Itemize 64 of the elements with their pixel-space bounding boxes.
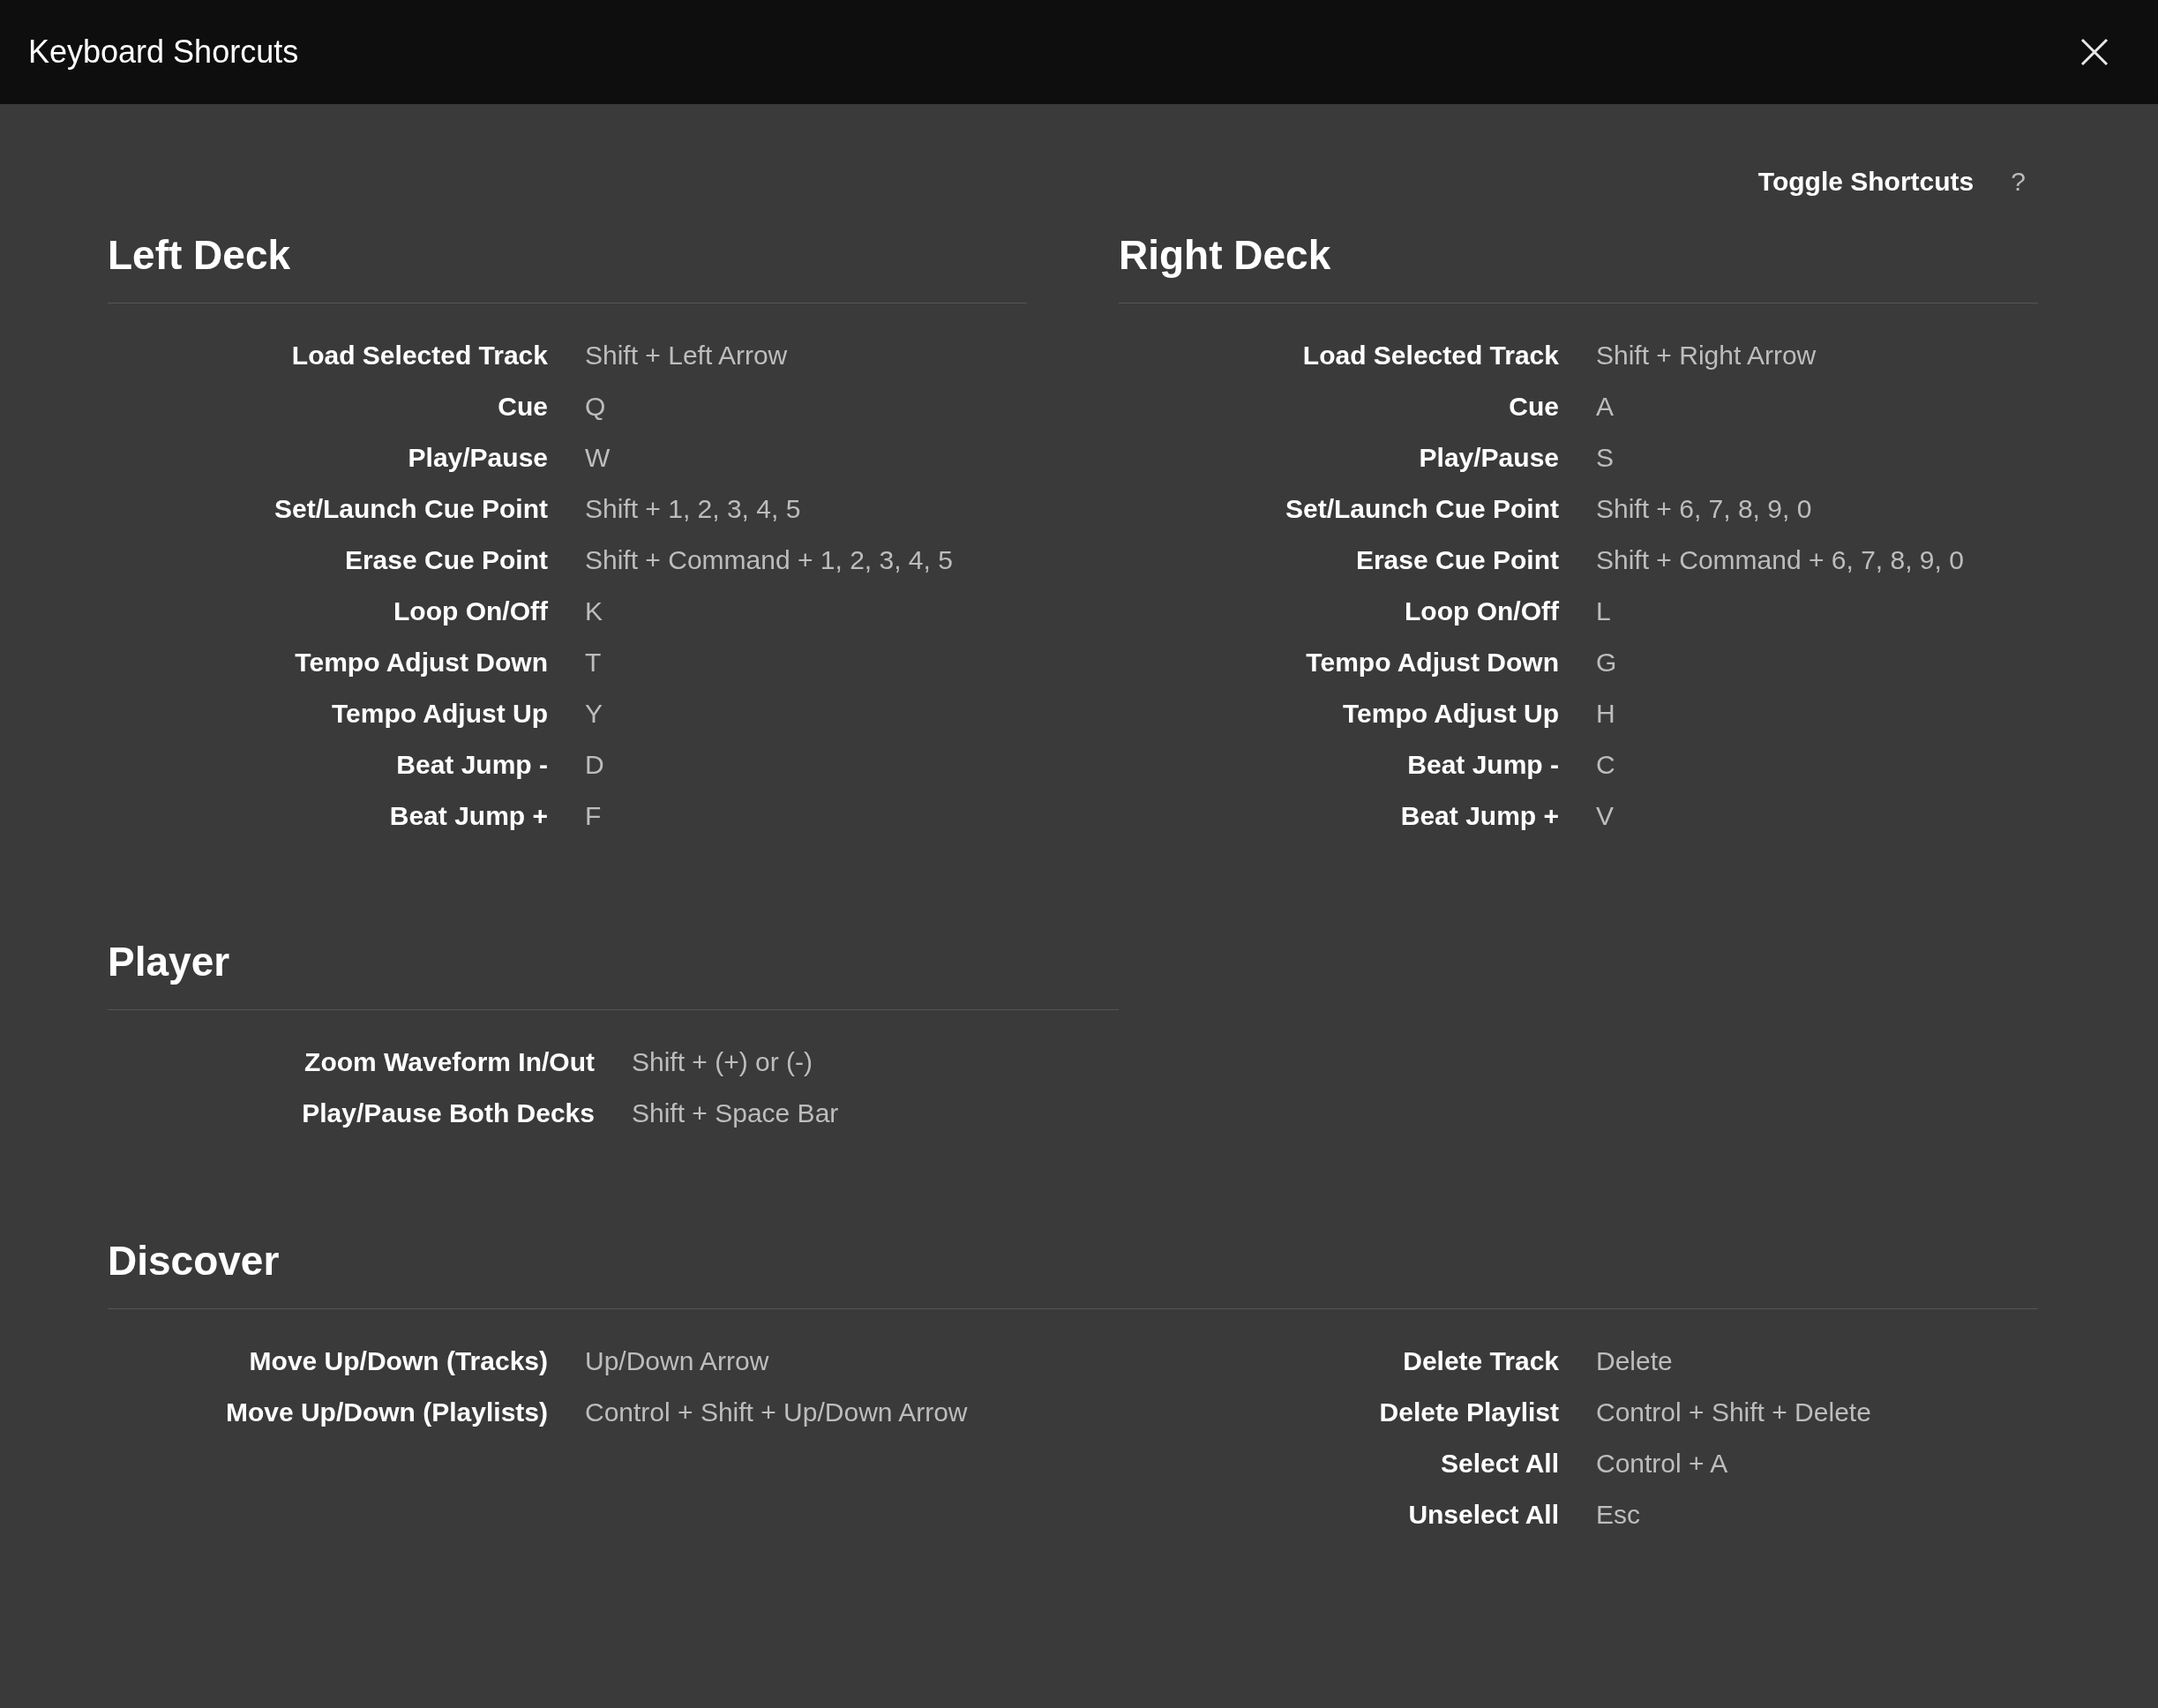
shortcut-keys: Q [585, 381, 1027, 432]
shortcut-keys: A [1596, 381, 2038, 432]
shortcut-keys: Delete [1596, 1336, 2038, 1387]
shortcut-action: Tempo Adjust Up [1342, 698, 1559, 730]
shortcut-action: Play/Pause Both Decks [301, 1097, 595, 1129]
shortcut-keys: Up/Down Arrow [585, 1336, 1027, 1387]
shortcut-action: Tempo Adjust Up [331, 698, 548, 730]
shortcut-keys: Shift + Command + 1, 2, 3, 4, 5 [585, 535, 1027, 586]
shortcut-keys: L [1596, 586, 2038, 637]
shortcut-keys: Shift + Left Arrow [585, 330, 1027, 381]
shortcut-action: Loop On/Off [393, 596, 548, 627]
shortcut-action: Erase Cue Point [1354, 544, 1559, 576]
section-heading: Left Deck [108, 231, 1027, 303]
shortcut-keys: C [1596, 739, 2038, 790]
shortcut-action: Load Selected Track [1301, 340, 1559, 371]
shortcut-action: Cue [497, 391, 548, 423]
shortcut-keys: W [585, 432, 1027, 483]
shortcut-keys: G [1596, 637, 2038, 688]
shortcut-keys: S [1596, 432, 2038, 483]
shortcut-keys: Y [585, 688, 1027, 739]
close-icon[interactable] [2079, 37, 2109, 67]
shortcut-keys: Shift + Command + 6, 7, 8, 9, 0 [1596, 535, 2038, 586]
shortcut-action: Unselect All [1407, 1499, 1559, 1531]
shortcut-keys: Shift + (+) or (-) [632, 1037, 1119, 1088]
shortcut-action: Delete Playlist [1378, 1397, 1559, 1428]
toggle-shortcuts-label[interactable]: Toggle Shortcuts [1757, 166, 1974, 198]
shortcut-action: Select All [1440, 1448, 1559, 1480]
shortcut-keys: D [585, 739, 1027, 790]
shortcut-action: Delete Track [1402, 1345, 1559, 1377]
shortcut-action: Set/Launch Cue Point [273, 493, 548, 525]
shortcut-action: Erase Cue Point [343, 544, 548, 576]
shortcut-action: Loop On/Off [1404, 596, 1559, 627]
window-title: Keyboard Shorcuts [28, 34, 299, 71]
shortcut-action: Zoom Waveform In/Out [303, 1046, 595, 1078]
shortcut-keys: Shift + 6, 7, 8, 9, 0 [1596, 483, 2038, 535]
section-heading: Right Deck [1119, 231, 2038, 303]
shortcut-keys: H [1596, 688, 2038, 739]
shortcut-keys: Shift + 1, 2, 3, 4, 5 [585, 483, 1027, 535]
shortcut-keys: F [585, 790, 1027, 842]
shortcut-action: Beat Jump - [395, 749, 548, 781]
section-heading: Discover [108, 1237, 2038, 1309]
shortcut-action: Play/Pause [407, 442, 548, 474]
shortcut-keys: Control + Shift + Delete [1596, 1387, 2038, 1438]
shortcut-keys: Esc [1596, 1489, 2038, 1540]
section-heading: Player [108, 938, 1119, 1010]
shortcut-action: Cue [1508, 391, 1559, 423]
shortcut-keys: T [585, 637, 1027, 688]
shortcut-keys: Shift + Right Arrow [1596, 330, 2038, 381]
shortcut-keys: V [1596, 790, 2038, 842]
shortcut-action: Beat Jump - [1406, 749, 1559, 781]
shortcut-keys: Shift + Space Bar [632, 1088, 1119, 1139]
shortcut-keys: K [585, 586, 1027, 637]
shortcut-keys: Control + A [1596, 1438, 2038, 1489]
shortcut-action: Move Up/Down (Tracks) [248, 1345, 548, 1377]
toggle-shortcuts-key[interactable]: ? [2011, 166, 2026, 198]
shortcut-action: Beat Jump + [388, 800, 548, 832]
shortcut-action: Load Selected Track [290, 340, 548, 371]
shortcut-keys: Control + Shift + Up/Down Arrow [585, 1387, 1027, 1438]
shortcut-action: Move Up/Down (Playlists) [224, 1397, 548, 1428]
shortcut-action: Set/Launch Cue Point [1284, 493, 1559, 525]
shortcut-action: Tempo Adjust Down [294, 647, 548, 678]
shortcut-action: Play/Pause [1418, 442, 1559, 474]
shortcut-action: Beat Jump + [1399, 800, 1559, 832]
shortcut-action: Tempo Adjust Down [1305, 647, 1559, 678]
